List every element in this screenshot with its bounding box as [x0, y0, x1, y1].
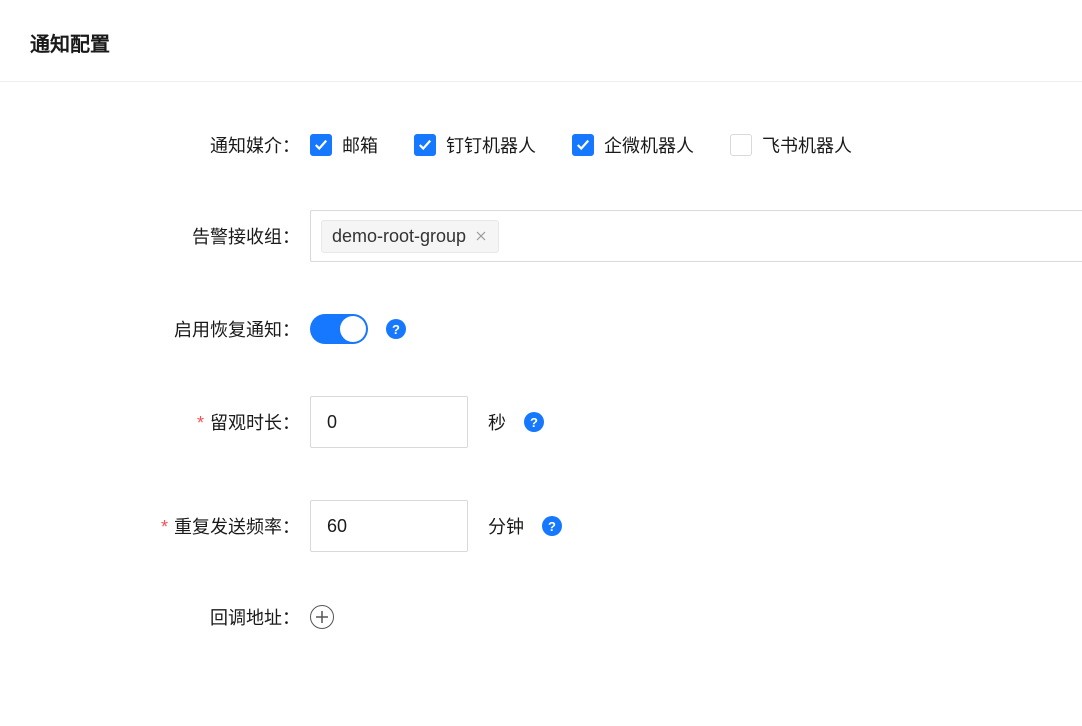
group-tag-label: demo-root-group	[332, 226, 466, 247]
checkbox-wecom[interactable]: 企微机器人	[572, 132, 694, 158]
repeat-unit: 分钟	[488, 513, 524, 539]
repeat-input[interactable]	[310, 500, 468, 552]
checkbox-label: 企微机器人	[604, 132, 694, 158]
checkbox-box	[572, 134, 594, 156]
row-repeat: * 重复发送频率： 分钟 ?	[0, 500, 1082, 552]
help-icon[interactable]: ?	[542, 516, 562, 536]
checkbox-box	[310, 134, 332, 156]
label-group: 告警接收组：	[0, 223, 310, 249]
page-title: 通知配置	[0, 0, 1082, 81]
observe-content: 秒 ?	[310, 396, 1082, 448]
recovery-switch[interactable]	[310, 314, 368, 344]
row-callback: 回调地址：	[0, 604, 1082, 630]
switch-handle	[340, 316, 366, 342]
close-icon[interactable]	[474, 229, 488, 243]
observe-input[interactable]	[310, 396, 468, 448]
group-select[interactable]: demo-root-group	[310, 210, 1082, 262]
recovery-content: ?	[310, 314, 1082, 344]
callback-content	[310, 605, 1082, 629]
form: 通知媒介： 邮箱 钉钉机器人 企微机器人	[0, 82, 1082, 630]
checkbox-feishu[interactable]: 飞书机器人	[730, 132, 852, 158]
check-icon	[314, 138, 328, 152]
row-observe: * 留观时长： 秒 ?	[0, 396, 1082, 448]
row-recovery: 启用恢复通知： ?	[0, 314, 1082, 344]
check-icon	[418, 138, 432, 152]
checkbox-box	[414, 134, 436, 156]
checkbox-label: 邮箱	[342, 132, 378, 158]
observe-unit: 秒	[488, 409, 506, 435]
label-recovery: 启用恢复通知：	[0, 316, 310, 342]
help-icon[interactable]: ?	[524, 412, 544, 432]
media-checkbox-group: 邮箱 钉钉机器人 企微机器人 飞书机器人	[310, 132, 1082, 158]
required-mark: *	[197, 413, 204, 433]
checkbox-box	[730, 134, 752, 156]
checkbox-dingtalk[interactable]: 钉钉机器人	[414, 132, 536, 158]
label-observe: * 留观时长：	[0, 409, 310, 435]
label-repeat-text: 重复发送频率：	[174, 517, 300, 537]
group-content: demo-root-group	[310, 210, 1082, 262]
repeat-content: 分钟 ?	[310, 500, 1082, 552]
row-group: 告警接收组： demo-root-group	[0, 210, 1082, 262]
checkbox-label: 飞书机器人	[762, 132, 852, 158]
group-tag: demo-root-group	[321, 220, 499, 253]
label-media: 通知媒介：	[0, 132, 310, 158]
add-icon[interactable]	[310, 605, 334, 629]
label-callback: 回调地址：	[0, 604, 310, 630]
label-observe-text: 留观时长：	[210, 413, 300, 433]
help-icon[interactable]: ?	[386, 319, 406, 339]
checkbox-email[interactable]: 邮箱	[310, 132, 378, 158]
required-mark: *	[161, 517, 168, 537]
check-icon	[576, 138, 590, 152]
label-repeat: * 重复发送频率：	[0, 513, 310, 539]
checkbox-label: 钉钉机器人	[446, 132, 536, 158]
row-media: 通知媒介： 邮箱 钉钉机器人 企微机器人	[0, 132, 1082, 158]
